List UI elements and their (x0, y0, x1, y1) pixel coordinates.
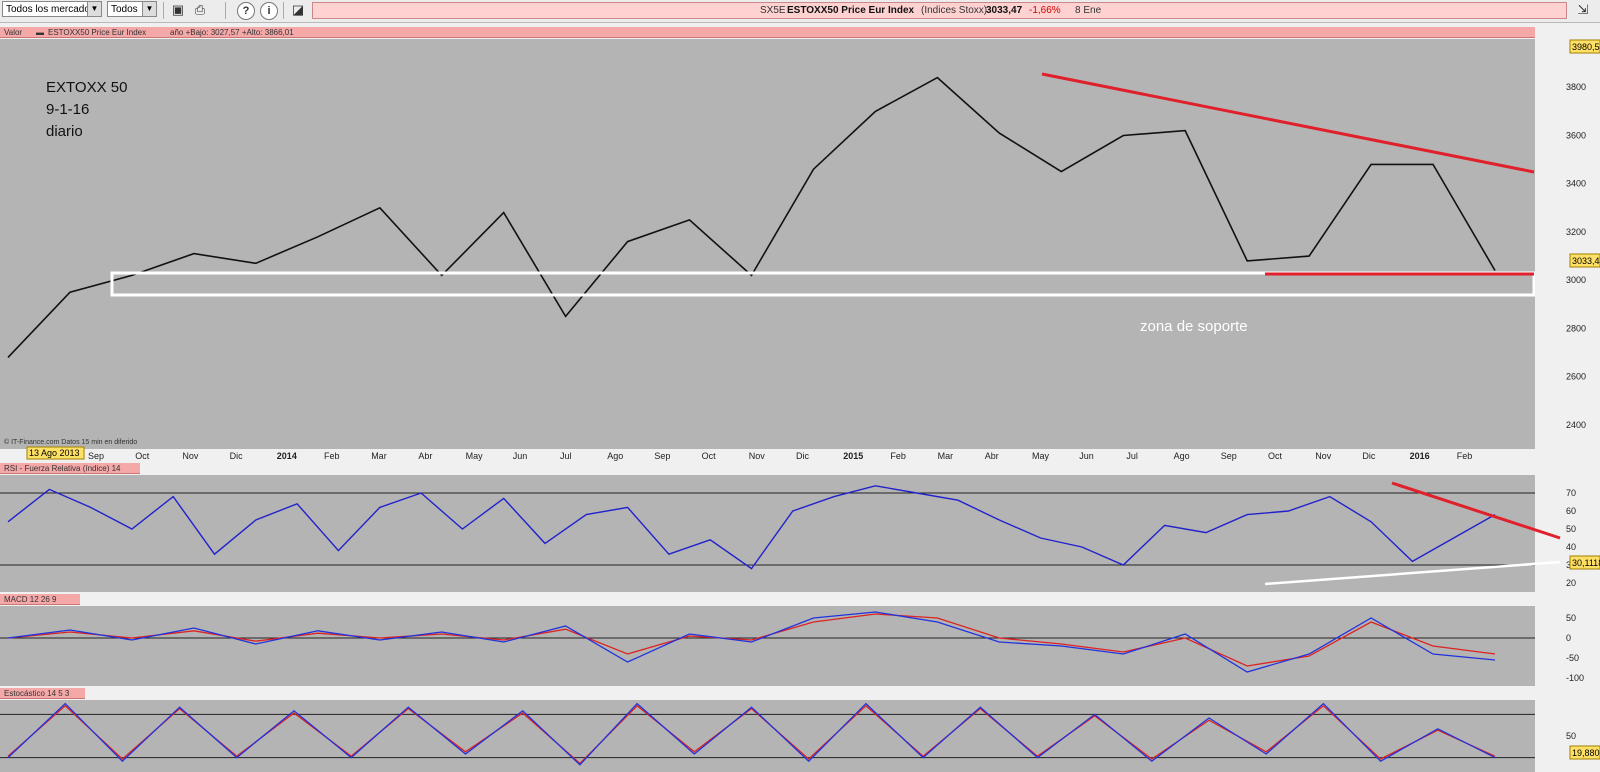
time-axis-tick-label: Jul (560, 451, 572, 461)
time-axis-tick-label: Feb (1457, 451, 1473, 461)
annotation-line-2: 9-1-16 (46, 101, 89, 118)
time-axis-tick-label: Feb (324, 451, 340, 461)
time-axis-tick-label: Oct (702, 451, 717, 461)
time-axis-tick-label: Oct (135, 451, 150, 461)
time-axis-tick-label: Abr (418, 451, 432, 461)
rsi-axis-tick-label: 20 (1566, 578, 1576, 588)
price-axis-tick-label: 3600 (1566, 130, 1586, 140)
time-axis-tick-label: Mar (938, 451, 954, 461)
rsi-axis-tick-label: 70 (1566, 488, 1576, 498)
price-axis-tick-label: 2400 (1566, 420, 1586, 430)
price-axis-tick-label: 2800 (1566, 323, 1586, 333)
time-axis-tick-label: Jul (1126, 451, 1138, 461)
rsi-axis-tick-label: 60 (1566, 506, 1576, 516)
data-source-label: © IT-Finance.com Datos 15 min en diferid… (4, 438, 137, 446)
rsi-last-label: 30,1118 (1572, 558, 1600, 568)
stoch-last-label: 19,8808 (1572, 748, 1600, 758)
price-axis-tick-label: 3800 (1566, 82, 1586, 92)
time-axis-tick-label: 2014 (277, 451, 297, 461)
stoch-panel (0, 700, 1535, 772)
time-axis-tick-label: Sep (1221, 451, 1237, 461)
time-axis-tick-label: Feb (890, 451, 906, 461)
time-axis-tick-label: Dic (796, 451, 809, 461)
price-axis-tick-label: 3200 (1566, 227, 1586, 237)
time-axis-tick-label: May (1032, 451, 1050, 461)
time-axis-tick-label: Sep (654, 451, 670, 461)
price-axis-tick-label: 3400 (1566, 179, 1586, 189)
macd-panel (0, 606, 1535, 686)
time-axis-tick-label: Abr (985, 451, 999, 461)
support-label: zona de soporte (1140, 318, 1248, 335)
time-axis-tick-label: 2016 (1410, 451, 1430, 461)
time-axis-tick-label: Nov (749, 451, 766, 461)
rsi-axis-tick-label: 50 (1566, 524, 1576, 534)
chart-canvas: EXTOXX 50 9-1-16 diario zona de soporte … (0, 39, 1600, 772)
time-axis-tick-label: Ago (1174, 451, 1190, 461)
annotation-line-3: diario (46, 123, 83, 140)
macd-axis-tick-label: -50 (1566, 653, 1579, 663)
macd-axis-tick-label: -100 (1566, 673, 1584, 683)
price-axis-tick-label: 2600 (1566, 372, 1586, 382)
last-price-label: 3033,47 (1572, 256, 1600, 266)
time-axis-tick-label: Dic (1362, 451, 1375, 461)
time-axis-tick-label: Mar (371, 451, 387, 461)
time-axis-tick-label: Oct (1268, 451, 1283, 461)
time-axis-tick-label: Ago (607, 451, 623, 461)
time-axis-tick-label: Nov (1315, 451, 1332, 461)
time-axis-tick-label: Jun (1079, 451, 1094, 461)
macd-axis-tick-label: 50 (1566, 613, 1576, 623)
time-axis-tick-label: 2015 (843, 451, 863, 461)
top-value-label: 3980,54 (1572, 42, 1600, 52)
time-axis-tick-label: Sep (88, 451, 104, 461)
price-panel (0, 39, 1535, 449)
time-axis-tick-label: Dic (230, 451, 243, 461)
time-axis-tick-label: May (466, 451, 484, 461)
date-flag-label: 13 Ago 2013 (29, 448, 80, 458)
time-axis-tick-label: Nov (182, 451, 199, 461)
rsi-axis-tick-label: 40 (1566, 542, 1576, 552)
annotation-line-1: EXTOXX 50 (46, 79, 127, 96)
stoch-axis-tick-label: 50 (1566, 731, 1576, 741)
time-axis-tick-label: Jun (513, 451, 528, 461)
price-axis-tick-label: 3000 (1566, 275, 1586, 285)
macd-axis-tick-label: 0 (1566, 633, 1571, 643)
